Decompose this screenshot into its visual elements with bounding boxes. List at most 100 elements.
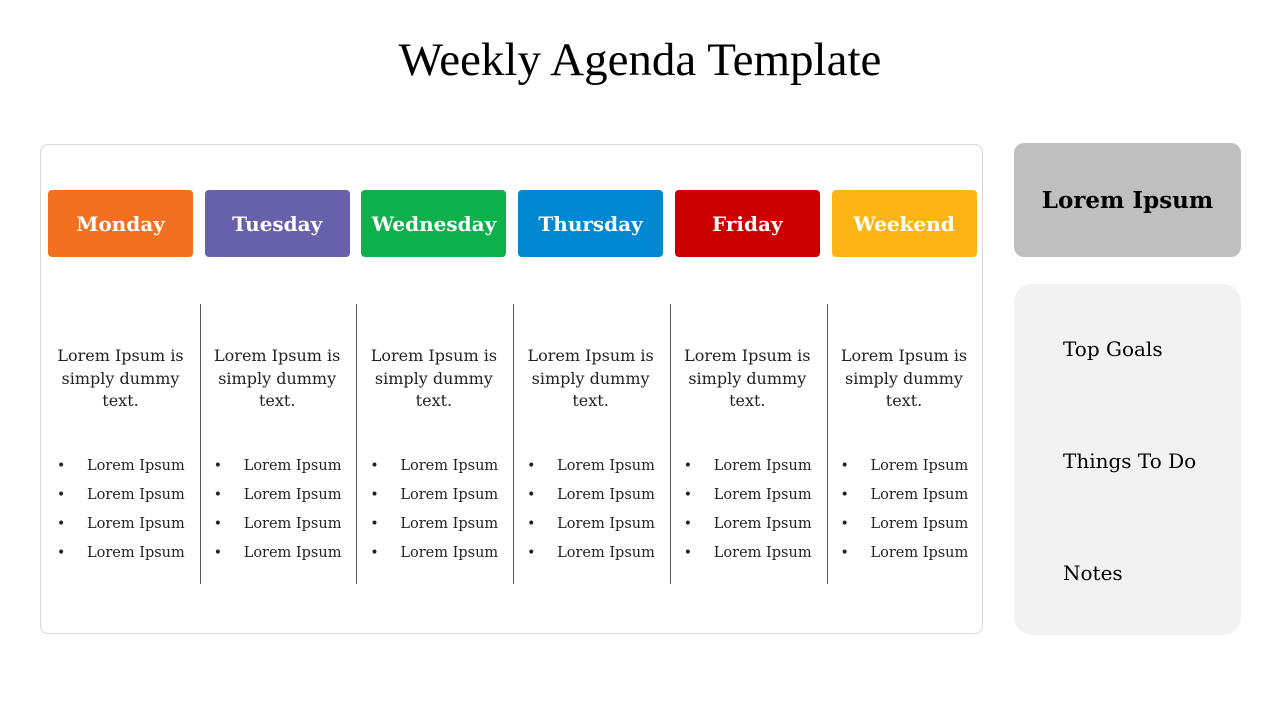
page-title: Weekly Agenda Template bbox=[398, 34, 882, 86]
day-description: Lorem Ipsum is simply dummy text. bbox=[527, 346, 654, 410]
list-item: • Lorem Ipsum bbox=[203, 455, 353, 484]
bullet-icon: • bbox=[57, 458, 66, 474]
list-item: • Lorem Ipsum bbox=[203, 513, 353, 542]
list-item-text: Lorem Ipsum bbox=[557, 545, 655, 561]
bullet-icon: • bbox=[840, 545, 849, 561]
bullet-icon: • bbox=[213, 516, 222, 532]
list-item-text: Lorem Ipsum bbox=[713, 545, 812, 561]
bullet-icon: • bbox=[840, 516, 849, 532]
day-task-list: • Lorem Ipsum • Lorem Ipsum • Lorem Ipsum • Lor… bbox=[359, 455, 509, 571]
bullet-icon: • bbox=[527, 458, 536, 474]
list-item: • Lorem Ipsum bbox=[830, 513, 980, 542]
bullet-icon: • bbox=[57, 545, 66, 561]
list-item: • Lorem Ipsum bbox=[359, 484, 509, 513]
day-description: Lorem Ipsum is simply dummy text. bbox=[57, 346, 184, 410]
bullet-icon: • bbox=[370, 545, 379, 561]
bullet-icon: • bbox=[527, 516, 536, 532]
list-item-text: Lorem Ipsum bbox=[243, 487, 342, 503]
list-item-text: Lorem Ipsum bbox=[400, 458, 499, 474]
list-item-text: Lorem Ipsum bbox=[870, 545, 969, 561]
list-item-text: Lorem Ipsum bbox=[400, 516, 499, 532]
list-item-text: Lorem Ipsum bbox=[713, 487, 812, 503]
list-item-text: Lorem Ipsum bbox=[87, 458, 185, 474]
list-item: • Lorem Ipsum bbox=[673, 542, 823, 571]
bullet-icon: • bbox=[57, 516, 66, 532]
list-item: • Lorem Ipsum bbox=[46, 484, 196, 513]
list-item: • Lorem Ipsum bbox=[46, 542, 196, 571]
column-divider bbox=[356, 304, 358, 584]
bullet-icon: • bbox=[213, 545, 222, 561]
day-header-weekend: Weekend bbox=[831, 190, 977, 257]
list-item: • Lorem Ipsum bbox=[516, 542, 666, 571]
day-description: Lorem Ipsum is simply dummy text. bbox=[840, 346, 968, 410]
day-task-list: • Lorem Ipsum • Lorem Ipsum • Lorem Ipsum • Lor… bbox=[203, 455, 353, 571]
list-item-text: Lorem Ipsum bbox=[870, 458, 969, 474]
list-item: • Lorem Ipsum bbox=[673, 484, 823, 513]
day-description: Lorem Ipsum is simply dummy text. bbox=[214, 346, 341, 410]
bullet-icon: • bbox=[370, 458, 379, 474]
bullet-icon: • bbox=[840, 487, 849, 503]
list-item-text: Lorem Ipsum bbox=[557, 458, 655, 474]
bullet-icon: • bbox=[57, 487, 66, 503]
bullet-icon: • bbox=[683, 487, 693, 503]
column-divider bbox=[669, 304, 671, 584]
list-item-text: Lorem Ipsum bbox=[870, 516, 969, 532]
bullet-icon: • bbox=[840, 458, 849, 474]
list-item-text: Lorem Ipsum bbox=[87, 487, 185, 503]
sidebar-item-top-goals: Top Goals bbox=[1063, 337, 1163, 361]
list-item: • Lorem Ipsum bbox=[203, 484, 353, 513]
sidebar-item-things-to-do: Things To Do bbox=[1063, 449, 1197, 473]
list-item-text: Lorem Ipsum bbox=[87, 545, 185, 561]
list-item-text: Lorem Ipsum bbox=[557, 516, 655, 532]
list-item-text: Lorem Ipsum bbox=[713, 458, 812, 474]
list-item: • Lorem Ipsum bbox=[673, 513, 823, 542]
list-item-text: Lorem Ipsum bbox=[243, 516, 342, 532]
bullet-icon: • bbox=[213, 487, 222, 503]
sidebar-header: Lorem Ipsum bbox=[1014, 143, 1241, 257]
day-header-thursday: Thursday bbox=[518, 190, 664, 257]
day-description: Lorem Ipsum is simply dummy text. bbox=[370, 346, 498, 410]
bullet-icon: • bbox=[370, 487, 379, 503]
list-item: • Lorem Ipsum bbox=[830, 484, 980, 513]
list-item-text: Lorem Ipsum bbox=[713, 516, 812, 532]
sidebar-item-notes: Notes bbox=[1063, 561, 1123, 585]
list-item-text: Lorem Ipsum bbox=[400, 487, 499, 503]
column-divider bbox=[513, 304, 515, 584]
day-header-tuesday: Tuesday bbox=[204, 190, 350, 257]
list-item: • Lorem Ipsum bbox=[46, 455, 196, 484]
list-item: • Lorem Ipsum bbox=[359, 455, 509, 484]
day-description: Lorem Ipsum is simply dummy text. bbox=[684, 346, 811, 410]
list-item: • Lorem Ipsum bbox=[830, 542, 980, 571]
list-item: • Lorem Ipsum bbox=[516, 484, 666, 513]
list-item-text: Lorem Ipsum bbox=[557, 487, 655, 503]
day-header-wednesday: Wednesday bbox=[361, 190, 507, 257]
bullet-icon: • bbox=[213, 458, 222, 474]
list-item-text: Lorem Ipsum bbox=[870, 487, 969, 503]
day-header-monday: Monday bbox=[48, 190, 193, 257]
list-item-text: Lorem Ipsum bbox=[243, 458, 342, 474]
bullet-icon: • bbox=[683, 516, 693, 532]
column-divider bbox=[826, 304, 828, 584]
list-item: • Lorem Ipsum bbox=[516, 455, 666, 484]
day-task-list: • Lorem Ipsum • Lorem Ipsum • Lorem Ipsum • Lor… bbox=[516, 455, 666, 571]
bullet-icon: • bbox=[683, 545, 693, 561]
list-item: • Lorem Ipsum bbox=[830, 455, 980, 484]
list-item-text: Lorem Ipsum bbox=[87, 516, 185, 532]
list-item: • Lorem Ipsum bbox=[359, 513, 509, 542]
list-item: • Lorem Ipsum bbox=[516, 513, 666, 542]
day-task-list: • Lorem Ipsum • Lorem Ipsum • Lorem Ipsum • Lor… bbox=[673, 455, 823, 571]
list-item: • Lorem Ipsum bbox=[359, 542, 509, 571]
bullet-icon: • bbox=[370, 516, 379, 532]
bullet-icon: • bbox=[683, 458, 693, 474]
list-item: • Lorem Ipsum bbox=[46, 513, 196, 542]
day-task-list: • Lorem Ipsum • Lorem Ipsum • Lorem Ipsum • Lor… bbox=[830, 455, 980, 571]
day-task-list: • Lorem Ipsum • Lorem Ipsum • Lorem Ipsum • Lor… bbox=[46, 455, 196, 571]
bullet-icon: • bbox=[527, 545, 536, 561]
sidebar-panel: Top Goals Things To Do Notes bbox=[1014, 284, 1241, 635]
list-item: • Lorem Ipsum bbox=[673, 455, 823, 484]
list-item: • Lorem Ipsum bbox=[203, 542, 353, 571]
list-item-text: Lorem Ipsum bbox=[243, 545, 342, 561]
column-divider bbox=[199, 304, 201, 584]
day-header-friday: Friday bbox=[674, 190, 820, 257]
list-item-text: Lorem Ipsum bbox=[400, 545, 499, 561]
